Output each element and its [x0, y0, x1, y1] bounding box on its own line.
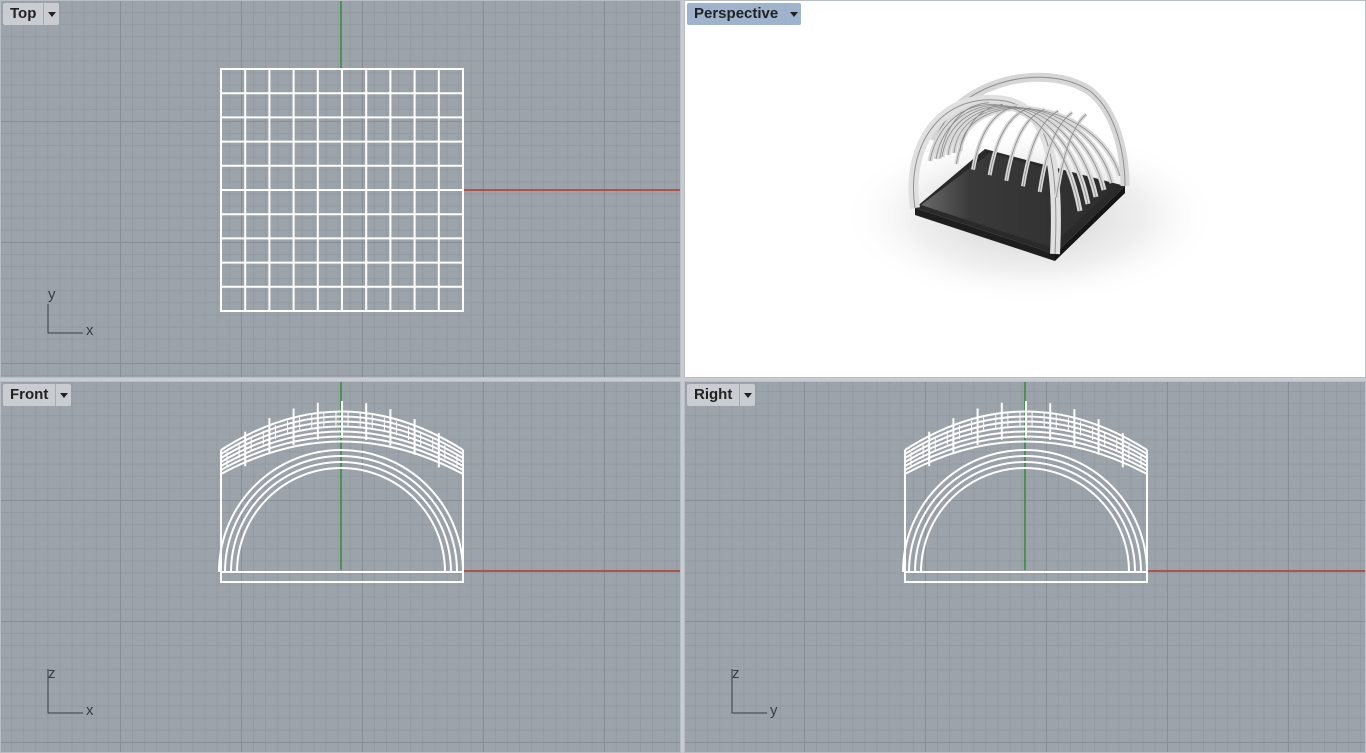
axis-label-vertical: z	[48, 665, 56, 682]
viewport-right[interactable]: z y Right	[684, 381, 1366, 753]
viewport-tab-top[interactable]: Top	[3, 3, 60, 25]
viewport-tab-front[interactable]: Front	[3, 384, 72, 406]
viewport-perspective[interactable]: Perspective	[684, 0, 1366, 378]
viewport-front[interactable]: z x Front	[0, 381, 681, 753]
axis-label-horizontal: x	[86, 322, 94, 339]
viewport-title[interactable]: Perspective	[687, 3, 786, 25]
viewport-tab-right[interactable]: Right	[687, 384, 756, 406]
axis-widget: y x	[47, 286, 94, 339]
viewport-title[interactable]: Front	[3, 384, 56, 406]
axis-label-vertical: z	[732, 665, 740, 682]
viewport-title[interactable]: Top	[3, 3, 44, 25]
axis-label-horizontal: x	[86, 702, 94, 719]
roof-plan-wireframe	[220, 68, 464, 312]
chevron-down-icon[interactable]	[739, 384, 756, 406]
axis-widget: z x	[47, 665, 94, 719]
viewport-tab-perspective[interactable]: Perspective	[687, 3, 802, 25]
front-view-canvas: z x	[47, 382, 680, 719]
axis-label-vertical: y	[48, 286, 56, 303]
axis-label-horizontal: y	[770, 702, 778, 719]
viewport-title[interactable]: Right	[687, 384, 740, 406]
chevron-down-icon[interactable]	[55, 384, 72, 406]
top-view-canvas: y x	[47, 1, 680, 339]
perspective-render	[840, 72, 1220, 306]
right-view-canvas: z y	[731, 382, 1365, 719]
chevron-down-icon[interactable]	[785, 3, 802, 25]
chevron-down-icon[interactable]	[43, 3, 60, 25]
axis-widget: z y	[731, 665, 778, 719]
viewport-top[interactable]: y x Top	[0, 0, 681, 378]
